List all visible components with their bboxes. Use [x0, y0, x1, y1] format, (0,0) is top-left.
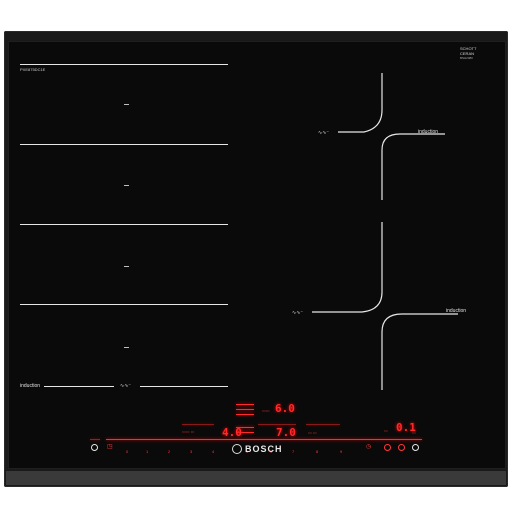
- slider-number-0[interactable]: 0: [126, 449, 128, 454]
- slider-number-7[interactable]: 7: [292, 449, 294, 454]
- slider-number-1[interactable]: 1: [146, 449, 148, 454]
- left-zone-mark-1: [124, 104, 129, 105]
- left-wave-icon: ∿∿⁻: [120, 383, 132, 389]
- clock-right-icons: ▭: [384, 428, 388, 433]
- right-bottom-zone-outline: [312, 222, 458, 390]
- left-induction-label: induction: [20, 383, 41, 389]
- mid-right-icons: ▭ ▭: [308, 430, 317, 435]
- left-zone-mark-4: [124, 347, 129, 348]
- power-icon[interactable]: [91, 444, 98, 451]
- bottom-trim: [6, 471, 506, 485]
- left-zone-line-4: [20, 304, 228, 305]
- display-bar-6: [258, 424, 296, 425]
- left-zone-mark-3: [124, 266, 129, 267]
- slider-number-8[interactable]: 8: [316, 449, 318, 454]
- timer-top-display: 6.0: [275, 402, 295, 415]
- clock-right-unit: ▭: [412, 430, 416, 435]
- clock-control-icon[interactable]: [384, 444, 391, 451]
- flex-zone-icon[interactable]: ◳: [107, 443, 113, 450]
- display-bar-left: [182, 424, 214, 425]
- left-zone-line-3: [20, 224, 228, 225]
- settings-control-icon[interactable]: [398, 444, 405, 451]
- display-bar-1: [236, 404, 254, 405]
- timer-top-unit: ▭▭: [262, 408, 270, 413]
- right-top-zone-outline: [338, 73, 445, 200]
- left-display-icons: ▭▭ ▭: [182, 429, 195, 434]
- slider-number-4[interactable]: 4: [212, 449, 214, 454]
- timer-mid-display: 7.0: [276, 426, 296, 439]
- bosch-logo: BOSCH: [232, 444, 283, 454]
- slider-number-3[interactable]: 3: [190, 449, 192, 454]
- right-bottom-induction-label: induction: [446, 308, 467, 314]
- lock-icon[interactable]: [412, 444, 419, 451]
- right-bottom-wave-icon: ∿∿⁻: [292, 310, 304, 316]
- power-left-display: 4.0: [222, 426, 242, 439]
- slider-number-9[interactable]: 9: [340, 449, 342, 454]
- left-zone-mark-2: [124, 185, 129, 186]
- left-zone-line-2: [20, 144, 228, 145]
- display-bar-2: [236, 409, 254, 410]
- left-zone-line-bottom-b: [140, 386, 228, 387]
- ceran-line3: BSH2080: [460, 56, 473, 60]
- timer-icon[interactable]: ◷: [366, 443, 371, 450]
- schott-ceran-logo: SCHOTT CERAN BSH2080: [460, 46, 476, 61]
- model-number: PXE875DC1E: [20, 67, 46, 72]
- brand-text: BOSCH: [245, 444, 283, 454]
- display-bar-3: [236, 414, 254, 415]
- right-top-wave-icon: ∿∿⁻: [318, 130, 330, 136]
- control-slider-track[interactable]: [106, 439, 422, 440]
- left-zone-line-bottom-a: [44, 386, 114, 387]
- control-left-tick: [90, 439, 100, 440]
- left-zone-line-1: [20, 64, 228, 65]
- slider-number-2[interactable]: 2: [168, 449, 170, 454]
- right-top-induction-label: induction: [418, 129, 439, 135]
- bosch-ring-icon: [232, 444, 242, 454]
- display-bar-right: [306, 424, 340, 425]
